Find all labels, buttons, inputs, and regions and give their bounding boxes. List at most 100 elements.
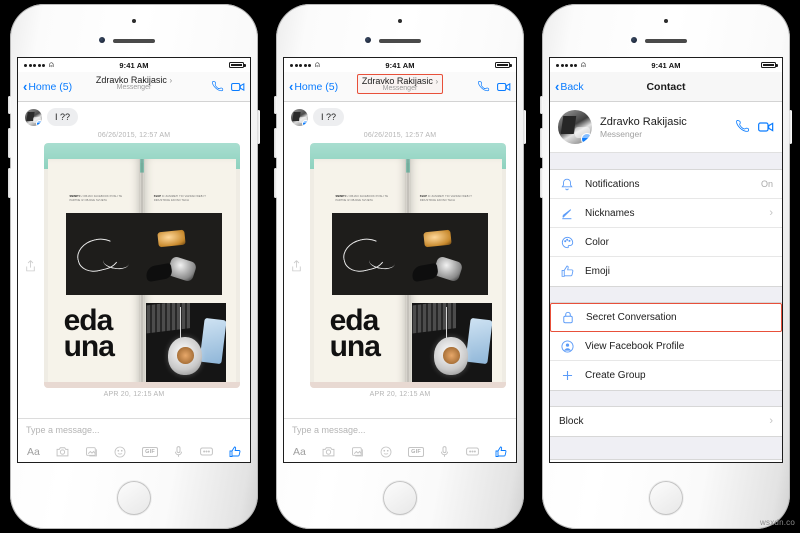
- volume-up-button[interactable]: [8, 128, 11, 158]
- message-timestamp-bottom: APR 20, 12:15 AM: [103, 391, 165, 398]
- chain-shape: [446, 307, 448, 339]
- contact-subtitle: Messenger: [600, 128, 643, 139]
- apple-pendant-shape: [434, 337, 469, 375]
- message-placeholder: Type a message...: [292, 425, 366, 435]
- watermark: wsxdn.co: [760, 518, 795, 527]
- text-format-icon[interactable]: Aa: [293, 446, 306, 458]
- section-spacer-2: [550, 286, 782, 303]
- menu-item-color[interactable]: Color: [550, 228, 782, 257]
- keyboard-shape: [145, 303, 191, 334]
- power-button[interactable]: [789, 110, 792, 144]
- volume-up-button[interactable]: [274, 128, 277, 158]
- share-upload-icon[interactable]: [25, 259, 36, 272]
- gold-object-shape: [156, 229, 186, 248]
- power-button[interactable]: [257, 110, 260, 144]
- volume-down-button[interactable]: [274, 168, 277, 198]
- mute-switch[interactable]: [274, 96, 277, 114]
- chat-thread[interactable]: I ?? 06/26/2015, 12:57 AM SNIMITI U OBJA…: [18, 102, 250, 418]
- home-button[interactable]: [117, 481, 151, 515]
- smiley-icon[interactable]: [114, 446, 126, 458]
- gif-icon[interactable]: GIF: [408, 446, 424, 457]
- back-to-home-button[interactable]: ‹ Home (5): [289, 80, 338, 93]
- plus-icon: [559, 369, 575, 382]
- contact-title-button[interactable]: Zdravko Rakijasic › Messenger: [92, 74, 176, 92]
- text-format-icon[interactable]: Aa: [27, 446, 40, 458]
- chevron-left-icon: ‹: [289, 79, 294, 94]
- photo-bottom-edge: [44, 382, 240, 388]
- phone-call-icon[interactable]: [212, 80, 224, 93]
- volume-down-button[interactable]: [8, 168, 11, 198]
- contact-menu-group-2: Secret Conversation View Facebook Profil…: [550, 303, 782, 390]
- mute-switch[interactable]: [8, 96, 11, 114]
- chat-actions: [478, 80, 511, 93]
- chat-thread[interactable]: I ?? 06/26/2015, 12:57 AM SNIMITI U OBJA…: [284, 102, 516, 418]
- menu-item-create-group[interactable]: Create Group: [550, 361, 782, 390]
- screenshot-stage: ⍝ 9:41 AM ‹ Home (5) Zdravko Rakijasic ›…: [0, 0, 800, 533]
- chevron-left-icon: ‹: [23, 79, 28, 94]
- photo-caption-right: SVAP IC ZANIMETI TIO VAZDAN WEB IT INDUS…: [419, 195, 472, 202]
- contact-title-button-highlighted[interactable]: Zdravko Rakijasic › Messenger: [356, 74, 444, 94]
- volume-down-button[interactable]: [540, 168, 543, 198]
- contact-avatar[interactable]: [558, 110, 592, 144]
- gif-icon[interactable]: GIF: [142, 446, 158, 457]
- photo-library-icon[interactable]: [85, 446, 98, 457]
- keyboard-shape: [411, 303, 457, 334]
- tablet-shape: [199, 317, 227, 365]
- video-camera-icon[interactable]: [497, 81, 511, 93]
- photo-lower-right-panel: [411, 303, 493, 384]
- menu-item-emoji[interactable]: Emoji: [550, 257, 782, 286]
- chain-shape: [180, 307, 182, 339]
- messenger-badge-icon: [302, 120, 308, 126]
- video-camera-icon[interactable]: [231, 81, 245, 93]
- menu-item-block[interactable]: Block ›: [550, 407, 782, 436]
- photo-caption-right: SVAP IC ZANIMETI TIO VAZDAN WEB IT INDUS…: [153, 195, 206, 202]
- chevron-right-icon: ›: [169, 76, 173, 85]
- menu-item-nicknames[interactable]: Nicknames ›: [550, 199, 782, 228]
- contact-header: Zdravko Rakijasic Messenger: [550, 102, 782, 153]
- power-button[interactable]: [523, 110, 526, 144]
- back-to-home-button[interactable]: ‹ Home (5): [23, 80, 72, 93]
- phone2-screen: ⍝ 9:41 AM ‹ Home (5) Zdravko Rakijasic ›…: [284, 58, 516, 462]
- home-button[interactable]: [649, 481, 683, 515]
- phone3-screen: ⍝ 9:41 AM ‹ Back Contact Zdravko Rakijas…: [550, 58, 782, 462]
- microphone-icon[interactable]: [174, 445, 183, 458]
- message-input-row[interactable]: Type a message...: [18, 419, 250, 441]
- menu-item-label: Color: [585, 236, 609, 248]
- back-button[interactable]: ‹ Back: [555, 80, 584, 93]
- video-camera-icon[interactable]: [758, 120, 774, 134]
- proximity-sensor: [132, 19, 136, 23]
- photo-library-icon[interactable]: [351, 446, 364, 457]
- stickers-icon[interactable]: [199, 447, 213, 456]
- camera-icon[interactable]: [322, 446, 335, 457]
- section-spacer-4: [550, 436, 782, 460]
- phone-call-icon[interactable]: [736, 120, 750, 134]
- home-button[interactable]: [383, 481, 417, 515]
- message-bubble[interactable]: I ??: [313, 108, 345, 126]
- magazine-photo[interactable]: SNIMITI U OBJAVI FACEBOOK POSLI TE PARTN…: [44, 143, 240, 388]
- menu-item-notifications[interactable]: Notifications On: [550, 170, 782, 199]
- message-timestamp-bottom: APR 20, 12:15 AM: [369, 391, 431, 398]
- iphone-device-1: ⍝ 9:41 AM ‹ Home (5) Zdravko Rakijasic ›…: [8, 4, 260, 529]
- phone-call-icon[interactable]: [478, 80, 490, 93]
- camera-icon[interactable]: [56, 446, 69, 457]
- composer-toolbar: Aa GIF: [18, 441, 250, 462]
- smiley-icon[interactable]: [380, 446, 392, 458]
- composer-toolbar: Aa GIF: [284, 441, 516, 462]
- menu-item-view-facebook-profile[interactable]: View Facebook Profile: [550, 332, 782, 361]
- contact-actions: [736, 120, 774, 134]
- thumbs-up-icon[interactable]: [229, 446, 241, 458]
- stickers-icon[interactable]: [465, 447, 479, 456]
- contact-avatar: [291, 109, 308, 126]
- volume-up-button[interactable]: [540, 128, 543, 158]
- microphone-icon[interactable]: [440, 445, 449, 458]
- mute-switch[interactable]: [540, 96, 543, 114]
- chat-navbar: ‹ Home (5) Zdravko Rakijasic › Messenger: [18, 72, 250, 102]
- message-input-row[interactable]: Type a message...: [284, 419, 516, 441]
- status-time: 9:41 AM: [385, 60, 415, 70]
- menu-item-label: Block: [559, 416, 584, 427]
- share-upload-icon[interactable]: [291, 259, 302, 272]
- thumbs-up-icon[interactable]: [495, 446, 507, 458]
- message-bubble[interactable]: I ??: [47, 108, 79, 126]
- menu-item-secret-conversation[interactable]: Secret Conversation: [550, 303, 782, 332]
- magazine-photo[interactable]: SNIMITI U OBJAVI FACEBOOK POSLI TE PARTN…: [310, 143, 506, 388]
